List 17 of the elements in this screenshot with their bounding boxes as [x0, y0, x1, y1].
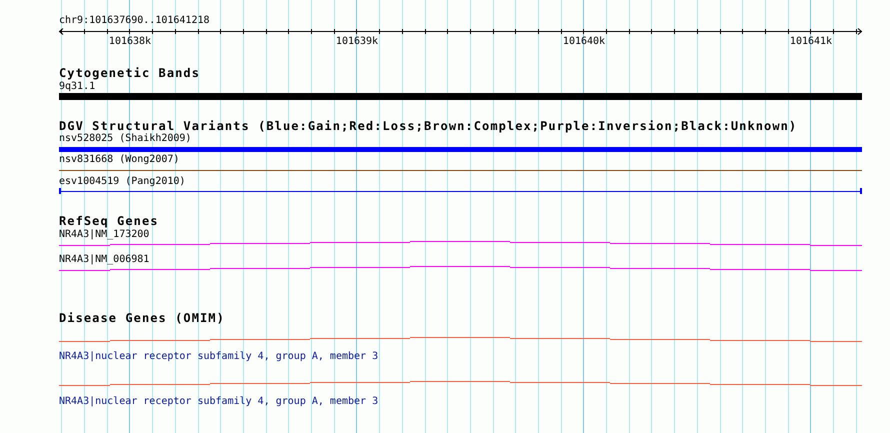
tick-label: 101640k	[562, 36, 606, 47]
feature-label[interactable]: NR4A3|NM_173200	[59, 229, 150, 240]
track-title: Disease Genes (OMIM)	[59, 313, 226, 324]
feature-label[interactable]: esv1004519 (Pang2010)	[59, 176, 186, 187]
location-text: chr9:101637690..101641218	[59, 15, 210, 26]
feature-label[interactable]: NR4A3|nuclear receptor subfamily 4, group A, member 3	[59, 351, 378, 362]
tick-label: 101638k	[108, 36, 152, 47]
feature-label[interactable]: 9q31.1	[59, 81, 96, 92]
feature-label[interactable]: NR4A3|NM_006981	[59, 254, 150, 265]
tick-label: 101639k	[336, 36, 378, 47]
tick-label: 101641k	[790, 36, 832, 47]
track-title: DGV Structural Variants (Blue:Gain;Red:Loss;Brown:Complex;Purple:Inversion;Black:Unknown)	[59, 121, 798, 132]
feature-label[interactable]: NR4A3|nuclear receptor subfamily 4, group A, member 3	[59, 396, 378, 407]
track-title: Cytogenetic Bands	[59, 68, 202, 79]
feature-label[interactable]: nsv528025 (Shaikh2009)	[59, 133, 192, 144]
track-title: RefSeq Genes	[59, 216, 160, 227]
feature-label[interactable]: nsv831668 (Wong2007)	[59, 154, 180, 165]
